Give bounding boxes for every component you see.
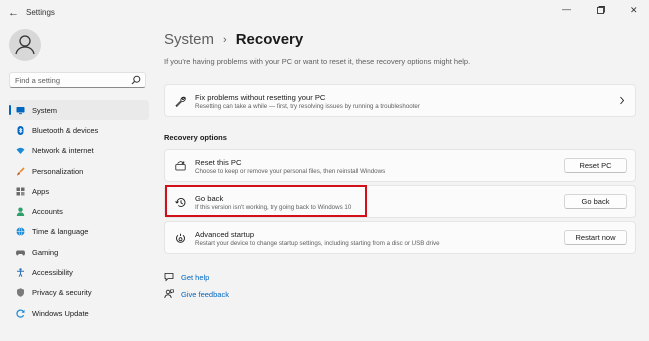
reset-pc-desc: Choose to keep or remove your personal f… <box>195 168 386 175</box>
sidebar-item-label: System <box>32 105 58 115</box>
wrench-icon <box>175 96 186 107</box>
chevron-right-icon[interactable] <box>619 96 625 105</box>
title-bar: ← Settings — ✕ <box>0 0 649 26</box>
fix-problems-title: Fix problems without resetting your PC <box>195 93 326 102</box>
reset-pc-button[interactable]: Reset PC <box>564 158 627 173</box>
sidebar-item-label: Bluetooth & devices <box>32 125 99 135</box>
sidebar-item-privacy[interactable]: Privacy & security <box>9 283 149 303</box>
gamepad-icon <box>16 248 25 257</box>
update-icon <box>16 309 25 318</box>
sidebar-item-accounts[interactable]: Accounts <box>9 201 149 221</box>
restart-now-button[interactable]: Restart now <box>564 230 627 245</box>
go-back-button[interactable]: Go back <box>564 194 627 209</box>
help-chat-icon <box>164 273 174 282</box>
get-help-link[interactable]: Get help <box>164 272 209 282</box>
sidebar-item-label: Network & internet <box>32 146 94 156</box>
bluetooth-icon <box>16 125 25 135</box>
recovery-options-heading: Recovery options <box>164 133 227 142</box>
breadcrumb-separator: › <box>223 34 227 46</box>
give-feedback-link[interactable]: Give feedback <box>164 289 229 299</box>
minimize-icon[interactable]: — <box>562 4 571 14</box>
accessibility-icon <box>16 268 25 277</box>
search-icon[interactable] <box>131 75 141 85</box>
page-title: Recovery <box>235 31 304 48</box>
person-icon <box>16 207 25 217</box>
back-arrow-icon[interactable]: ← <box>8 7 19 19</box>
reset-pc-card: Reset this PC Choose to keep or remove y… <box>164 149 636 182</box>
advanced-startup-desc: Restart your device to change startup se… <box>195 240 440 247</box>
wifi-icon <box>16 146 25 155</box>
sidebar-item-label: Time & language <box>32 227 89 237</box>
sidebar-item-label: Privacy & security <box>32 288 92 298</box>
sidebar-item-network[interactable]: Network & internet <box>9 141 149 161</box>
advanced-startup-title: Advanced startup <box>195 230 255 239</box>
sidebar-item-label: Accessibility <box>32 268 73 278</box>
sidebar-item-windows-update[interactable]: Windows Update <box>9 303 149 323</box>
feedback-person-icon <box>164 289 174 299</box>
sidebar-item-label: Apps <box>32 186 50 196</box>
sidebar-item-system[interactable]: System <box>9 100 149 121</box>
avatar[interactable] <box>9 29 41 61</box>
reset-pc-title: Reset this PC <box>195 158 242 167</box>
give-feedback-label[interactable]: Give feedback <box>181 290 229 299</box>
apps-icon <box>16 187 25 196</box>
search-box[interactable] <box>9 72 146 88</box>
monitor-icon <box>16 106 25 115</box>
shield-icon <box>16 288 25 298</box>
breadcrumb: System › Recovery <box>164 30 303 50</box>
breadcrumb-parent[interactable]: System <box>164 31 214 48</box>
brush-icon <box>16 166 25 176</box>
close-icon[interactable]: ✕ <box>630 5 638 16</box>
get-help-label[interactable]: Get help <box>181 273 209 282</box>
fix-problems-desc: Resetting can take a while — first, try … <box>195 103 420 110</box>
sidebar-item-label: Windows Update <box>32 308 89 318</box>
window-title: Settings <box>26 8 55 17</box>
maximize-icon[interactable] <box>597 6 605 16</box>
sidebar-item-personalization[interactable]: Personalization <box>9 161 149 181</box>
search-input[interactable] <box>15 75 127 86</box>
sidebar-item-bluetooth[interactable]: Bluetooth & devices <box>9 120 149 140</box>
sidebar-item-label: Gaming <box>32 247 59 257</box>
globe-icon <box>16 227 25 237</box>
sidebar-item-label: Accounts <box>32 207 63 217</box>
intro-text: If you're having problems with your PC o… <box>164 57 471 66</box>
advanced-startup-icon <box>176 233 185 243</box>
sidebar-item-apps[interactable]: Apps <box>9 181 149 201</box>
advanced-startup-card: Advanced startup Restart your device to … <box>164 221 636 254</box>
sidebar-nav: System Bluetooth & devices Network & int… <box>9 100 149 323</box>
reset-pc-icon <box>175 161 186 171</box>
sidebar-item-gaming[interactable]: Gaming <box>9 242 149 262</box>
highlight-box <box>165 185 367 217</box>
fix-problems-card[interactable]: Fix problems without resetting your PC R… <box>164 84 636 117</box>
person-avatar-icon <box>15 35 35 55</box>
sidebar-item-accessibility[interactable]: Accessibility <box>9 262 149 282</box>
sidebar-item-label: Personalization <box>32 166 84 176</box>
sidebar-item-time-language[interactable]: Time & language <box>9 222 149 242</box>
